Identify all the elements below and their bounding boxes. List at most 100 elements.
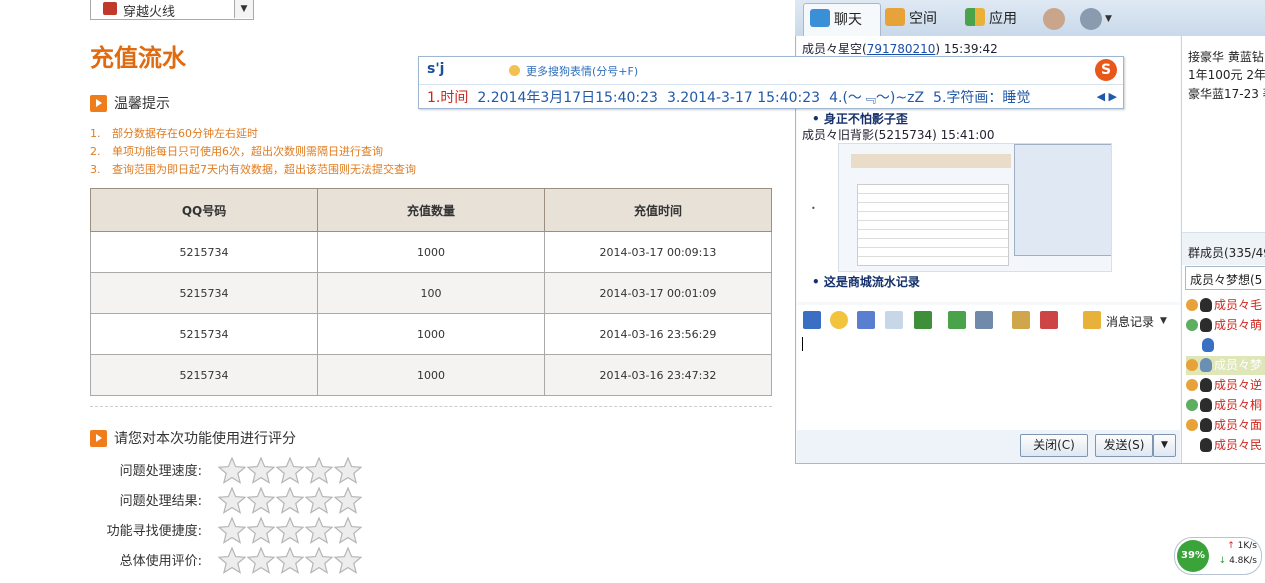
- cell-amount: 100: [317, 272, 545, 314]
- penguin-icon: [1200, 318, 1212, 332]
- screen-capture-icon[interactable]: [975, 311, 993, 329]
- game-select[interactable]: 穿越火线 ▼: [90, 0, 254, 20]
- dropdown-arrow-icon[interactable]: ▼: [234, 0, 253, 18]
- star-rating-speed[interactable]: [217, 456, 364, 485]
- star-icon[interactable]: [333, 546, 364, 575]
- font-icon[interactable]: [803, 311, 821, 329]
- screenshot-image[interactable]: [838, 143, 1112, 272]
- star-icon[interactable]: [246, 516, 277, 545]
- member-item[interactable]: 成员々梦: [1202, 336, 1265, 355]
- ime-candidate-bar: s'j 更多搜狗表情(分号+F) S 1.时间 2.2014年3月17日15:40…: [418, 56, 1124, 109]
- gear-dropdown-icon[interactable]: ▼: [1105, 14, 1112, 24]
- rating-label-result: 问题处理结果:: [119, 494, 202, 509]
- ime-candidate[interactable]: 4.(～﹃～)~zZ: [829, 90, 924, 106]
- rating-label-convenience: 功能寻找便捷度:: [106, 524, 202, 539]
- ime-candidates: 1.时间 2.2014年3月17日15:40:23 3.2014-3-17 15:4…: [427, 87, 1039, 107]
- image-icon[interactable]: [914, 311, 932, 329]
- sender-id-link[interactable]: 791780210: [867, 42, 936, 56]
- ime-candidate[interactable]: 2.2014年3月17日15:40:23: [477, 90, 658, 106]
- ime-page-arrows[interactable]: ◀ ▶: [1097, 90, 1117, 103]
- star-icon[interactable]: [304, 546, 335, 575]
- send-button[interactable]: 发送(S): [1095, 434, 1153, 457]
- star-icon[interactable]: [217, 456, 248, 485]
- cell-time: 2014-03-16 23:56:29: [543, 313, 773, 355]
- star-icon[interactable]: [304, 486, 335, 515]
- star-icon[interactable]: [275, 456, 306, 485]
- member-item[interactable]: 成员々面: [1186, 416, 1265, 435]
- ime-candidate[interactable]: 5.字符画：睡觉: [933, 90, 1030, 106]
- shake-icon[interactable]: [857, 311, 875, 329]
- member-item[interactable]: 成员々逆: [1186, 376, 1265, 395]
- message-header: 成员々旧背影(5215734) 15:41:00: [802, 128, 995, 142]
- rank-icon: [1186, 319, 1198, 331]
- star-rating-overall[interactable]: [217, 546, 364, 575]
- gear-icon[interactable]: [1080, 8, 1102, 30]
- star-icon[interactable]: [246, 486, 277, 515]
- download-speed: ↓ 4.8K/s: [1218, 556, 1257, 566]
- table-row: 5215734 1000 2014-03-16 23:56:29: [89, 313, 773, 355]
- game-select-value: 穿越火线: [123, 5, 176, 20]
- penguin-icon: [1200, 438, 1212, 452]
- network-monitor[interactable]: 39% ↑ 1K/s ↓ 4.8K/s: [1174, 537, 1262, 575]
- star-rating-convenience[interactable]: [217, 516, 364, 545]
- ime-candidate[interactable]: 1.时间: [427, 90, 468, 106]
- star-icon[interactable]: [333, 456, 364, 485]
- music-icon[interactable]: [948, 311, 966, 329]
- penguin-icon: [1200, 298, 1212, 312]
- star-icon[interactable]: [217, 486, 248, 515]
- cell-qq: 5215734: [89, 354, 319, 396]
- history-dropdown-icon[interactable]: ▼: [1160, 316, 1167, 326]
- emoji-icon[interactable]: [830, 311, 848, 329]
- group-notice-line: 1年100元 2年: [1188, 68, 1265, 82]
- doodle-icon[interactable]: [885, 311, 903, 329]
- star-icon[interactable]: [275, 546, 306, 575]
- star-icon[interactable]: [275, 516, 306, 545]
- ime-more-emoticons[interactable]: 更多搜狗表情(分号+F): [509, 63, 638, 79]
- divider: [90, 406, 772, 407]
- member-item[interactable]: 成员々毛: [1186, 296, 1265, 315]
- tab-chat[interactable]: 聊天: [803, 3, 881, 36]
- cell-qq: 5215734: [89, 313, 319, 355]
- star-icon[interactable]: [275, 486, 306, 515]
- member-item[interactable]: 成员々民: [1186, 436, 1265, 455]
- star-icon[interactable]: [217, 516, 248, 545]
- tab-space[interactable]: 空间: [885, 3, 937, 35]
- star-icon[interactable]: [333, 516, 364, 545]
- avatar: [1202, 338, 1214, 352]
- star-rating-result[interactable]: [217, 486, 364, 515]
- penguin-icon: [1200, 418, 1212, 432]
- section-arrow-icon: [90, 430, 107, 447]
- apps-icon: [965, 8, 985, 26]
- rating-title: 请您对本次功能使用进行评分: [114, 431, 296, 447]
- star-icon[interactable]: [333, 486, 364, 515]
- star-icon[interactable]: [246, 456, 277, 485]
- ime-candidate[interactable]: 3.2014-3-17 15:40:23: [667, 90, 820, 106]
- col-header-qq: QQ号码: [89, 188, 319, 232]
- star-icon[interactable]: [304, 456, 335, 485]
- block-icon[interactable]: [1040, 311, 1058, 329]
- tips-title: 温馨提示: [114, 96, 170, 112]
- member-item-selected[interactable]: 成员々梦: [1186, 356, 1265, 375]
- history-icon[interactable]: [1083, 311, 1101, 329]
- add-member-icon[interactable]: [1043, 8, 1065, 30]
- member-item[interactable]: 成员々桐: [1186, 396, 1265, 415]
- group-notice-line: 接豪华 黄蓝钻: [1188, 50, 1264, 64]
- rank-icon: [1186, 419, 1198, 431]
- close-button[interactable]: 关闭(C): [1020, 434, 1088, 457]
- tab-apps[interactable]: 应用: [965, 3, 1017, 35]
- table-header-row: QQ号码 充值数量 充值时间: [89, 188, 773, 232]
- member-item[interactable]: 成员々萌: [1186, 316, 1265, 335]
- game-logo-icon: [103, 2, 117, 15]
- cell-amount: 1000: [317, 231, 545, 273]
- message-text: • 身正不怕影子歪: [812, 112, 908, 126]
- star-icon[interactable]: [217, 546, 248, 575]
- star-icon[interactable]: [246, 546, 277, 575]
- star-icon[interactable]: [304, 516, 335, 545]
- rating-label-speed: 问题处理速度:: [119, 464, 202, 479]
- history-button[interactable]: 消息记录: [1106, 313, 1154, 330]
- message-input[interactable]: [797, 335, 1180, 430]
- info-icon: [509, 65, 520, 76]
- send-options-button[interactable]: ▼: [1153, 434, 1176, 457]
- page-title: 充值流水: [90, 44, 186, 72]
- chart-icon[interactable]: [1012, 311, 1030, 329]
